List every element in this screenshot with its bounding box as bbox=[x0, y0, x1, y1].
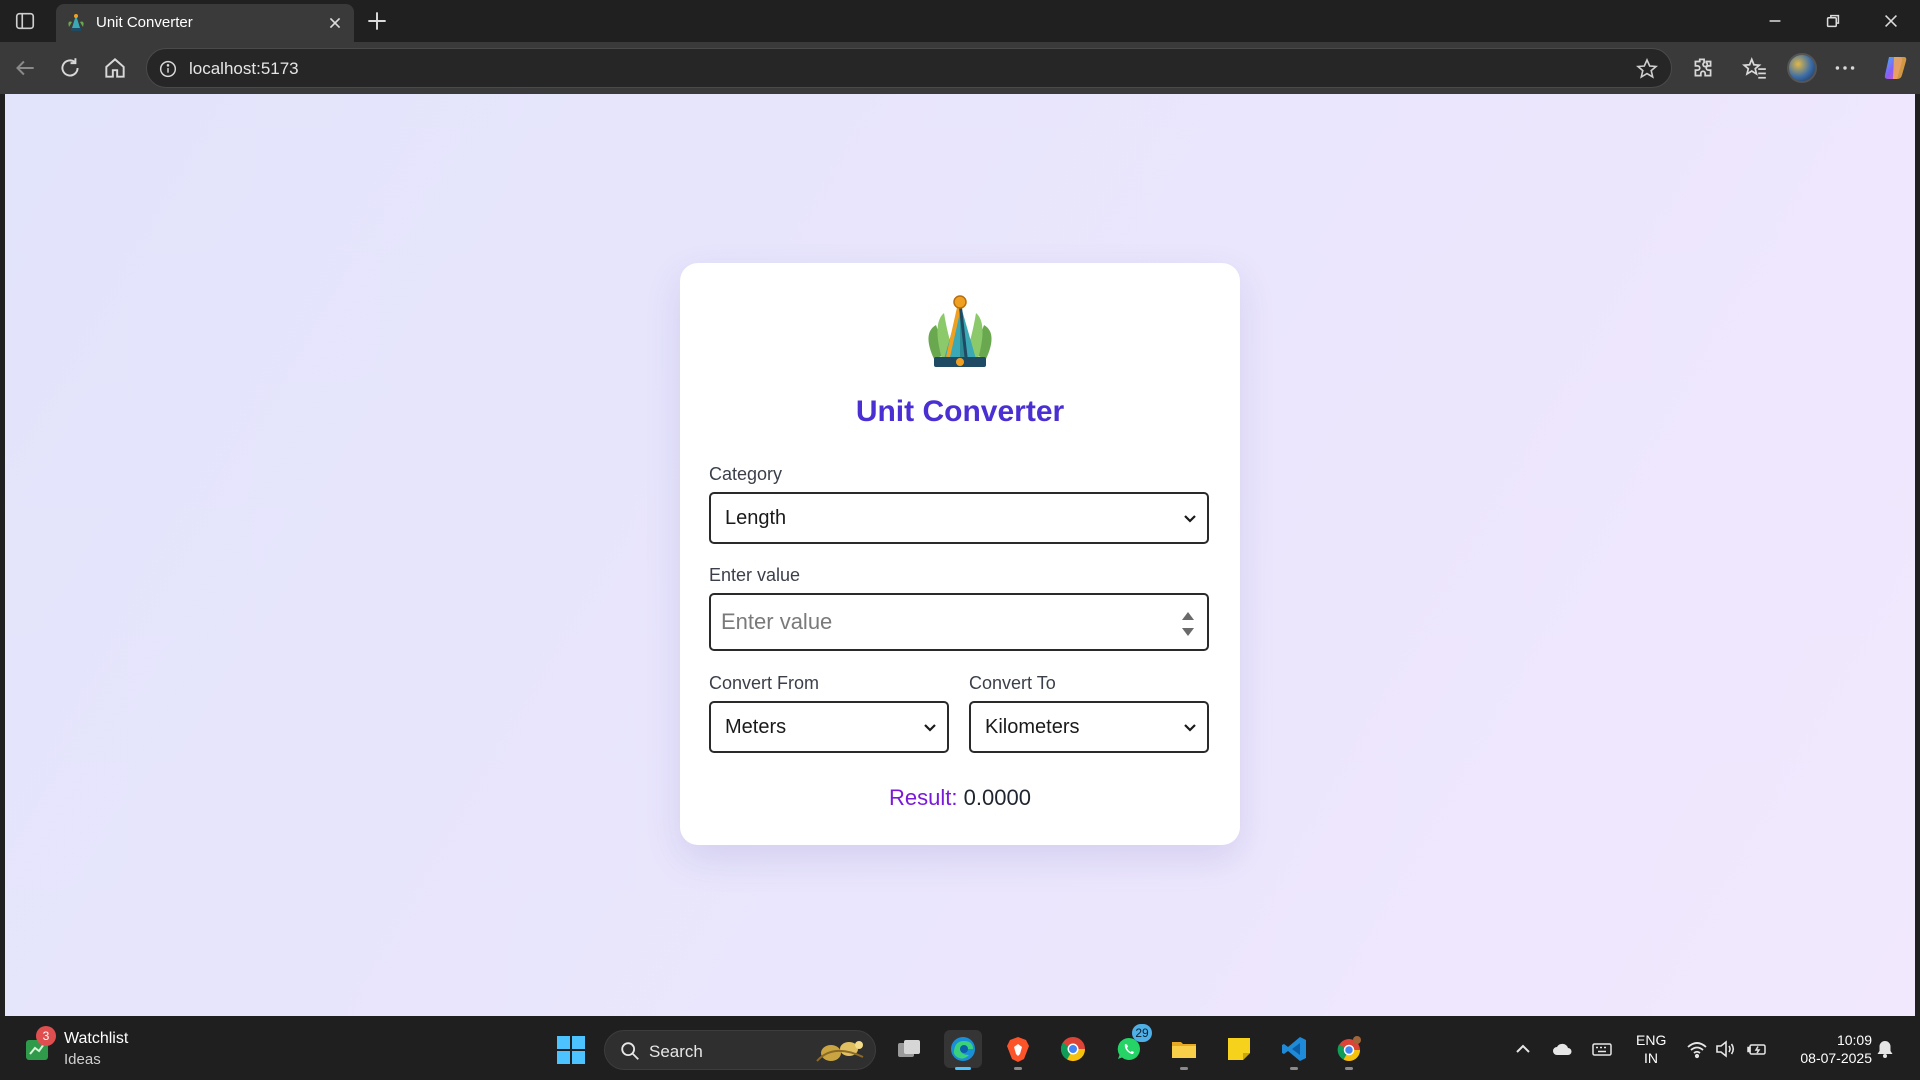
chevron-down-icon bbox=[1184, 515, 1196, 523]
explorer-running-indicator bbox=[1180, 1067, 1188, 1070]
file-explorer-app[interactable] bbox=[1165, 1030, 1203, 1070]
chevron-up-icon[interactable] bbox=[1512, 1038, 1534, 1060]
widget-subtitle: Ideas bbox=[64, 1051, 101, 1068]
search-label: Search bbox=[649, 1042, 703, 1061]
language-indicator[interactable]: ENG IN bbox=[1636, 1031, 1666, 1067]
whatsapp-badge: 29 bbox=[1132, 1024, 1152, 1042]
back-icon[interactable] bbox=[12, 55, 38, 81]
profile-avatar[interactable] bbox=[1787, 53, 1817, 83]
language-region: IN bbox=[1644, 1050, 1658, 1066]
convert-to-label: Convert To bbox=[969, 673, 1056, 693]
restore-icon[interactable] bbox=[1820, 8, 1846, 34]
vscode-running-indicator bbox=[1290, 1067, 1298, 1070]
brave-running-indicator bbox=[1014, 1067, 1022, 1070]
edge-running-indicator bbox=[955, 1067, 971, 1070]
ruler-plant-logo-icon bbox=[920, 293, 1000, 373]
edge-app[interactable] bbox=[944, 1030, 982, 1070]
browser-titlebar: Unit Converter bbox=[0, 0, 1920, 42]
result-label: Result: bbox=[889, 785, 958, 810]
converter-card: Unit Converter Category Length Enter val… bbox=[680, 263, 1240, 845]
app-favicon-icon bbox=[66, 13, 86, 33]
brave-app[interactable] bbox=[999, 1030, 1037, 1070]
copilot-icon[interactable] bbox=[1880, 53, 1910, 83]
sticky-notes-app[interactable] bbox=[1220, 1030, 1258, 1068]
new-tab-icon[interactable] bbox=[364, 8, 390, 34]
more-menu-icon[interactable] bbox=[1832, 55, 1858, 81]
task-view-app[interactable] bbox=[890, 1030, 928, 1068]
battery-icon[interactable] bbox=[1746, 1038, 1768, 1060]
chrome-profile-app[interactable] bbox=[1330, 1030, 1368, 1070]
notifications-icon[interactable] bbox=[1874, 1038, 1896, 1060]
value-input[interactable]: Enter value bbox=[709, 593, 1209, 651]
number-spinner-icon[interactable] bbox=[1181, 605, 1195, 641]
url-text[interactable]: localhost:5173 bbox=[189, 59, 299, 79]
chevron-down-icon bbox=[924, 724, 936, 732]
result-value: 0.0000 bbox=[963, 785, 1031, 810]
result-line: Result: 0.0000 bbox=[680, 785, 1240, 811]
keyboard-icon[interactable] bbox=[1591, 1038, 1613, 1060]
search-highlight-art-icon bbox=[816, 1041, 864, 1062]
volume-icon[interactable] bbox=[1714, 1038, 1736, 1060]
refresh-icon[interactable] bbox=[57, 55, 83, 81]
convert-to-select[interactable]: Kilometers bbox=[969, 701, 1209, 753]
windows-taskbar: 3 Watchlist Ideas Search 29 ENG IN 10:09… bbox=[0, 1016, 1920, 1080]
close-window-icon[interactable] bbox=[1878, 8, 1904, 34]
close-tab-icon[interactable] bbox=[324, 12, 346, 34]
clock-date: 08-07-2025 bbox=[1800, 1050, 1872, 1066]
category-select[interactable]: Length bbox=[709, 492, 1209, 544]
clock-time: 10:09 bbox=[1836, 1032, 1872, 1048]
favorites-icon[interactable] bbox=[1741, 55, 1768, 81]
value-label: Enter value bbox=[709, 565, 801, 585]
convert-from-selected-value: Meters bbox=[725, 716, 787, 738]
value-input-placeholder: Enter value bbox=[721, 609, 833, 634]
taskbar-search[interactable]: Search bbox=[604, 1030, 876, 1070]
convert-to-selected-value: Kilometers bbox=[985, 716, 1080, 738]
address-bar[interactable]: localhost:5173 bbox=[146, 48, 1672, 88]
home-icon[interactable] bbox=[102, 55, 128, 81]
tab-title: Unit Converter bbox=[96, 14, 193, 31]
vscode-app[interactable] bbox=[1275, 1030, 1313, 1070]
widget-title[interactable]: Watchlist bbox=[64, 1030, 128, 1048]
whatsapp-app[interactable]: 29 bbox=[1110, 1024, 1152, 1068]
search-icon bbox=[621, 1042, 639, 1060]
page-viewport: Unit Converter Category Length Enter val… bbox=[5, 94, 1915, 1016]
category-label: Category bbox=[709, 464, 783, 484]
sidebar-toggle-icon[interactable] bbox=[14, 10, 36, 32]
extensions-icon[interactable] bbox=[1690, 55, 1716, 81]
minimize-icon[interactable] bbox=[1762, 8, 1788, 34]
favorite-star-icon[interactable] bbox=[1635, 57, 1659, 81]
language-code: ENG bbox=[1636, 1032, 1667, 1048]
browser-tab[interactable]: Unit Converter bbox=[56, 4, 354, 42]
windows-start-icon[interactable] bbox=[556, 1035, 586, 1065]
convert-from-select[interactable]: Meters bbox=[709, 701, 949, 753]
onedrive-cloud-icon[interactable] bbox=[1551, 1038, 1573, 1060]
page-title: Unit Converter bbox=[855, 395, 1065, 428]
chrome-app[interactable] bbox=[1054, 1030, 1092, 1068]
category-selected-value: Length bbox=[725, 507, 787, 529]
widget-badge: 3 bbox=[36, 1026, 56, 1046]
chrome-profile-running-indicator bbox=[1345, 1067, 1353, 1070]
site-info-icon[interactable] bbox=[157, 58, 179, 80]
convert-from-label: Convert From bbox=[709, 673, 820, 693]
wifi-icon[interactable] bbox=[1686, 1038, 1708, 1060]
taskbar-clock[interactable]: 10:09 08-07-2025 bbox=[1780, 1031, 1872, 1067]
chevron-down-icon bbox=[1184, 724, 1196, 732]
browser-toolbar: localhost:5173 bbox=[0, 42, 1920, 94]
